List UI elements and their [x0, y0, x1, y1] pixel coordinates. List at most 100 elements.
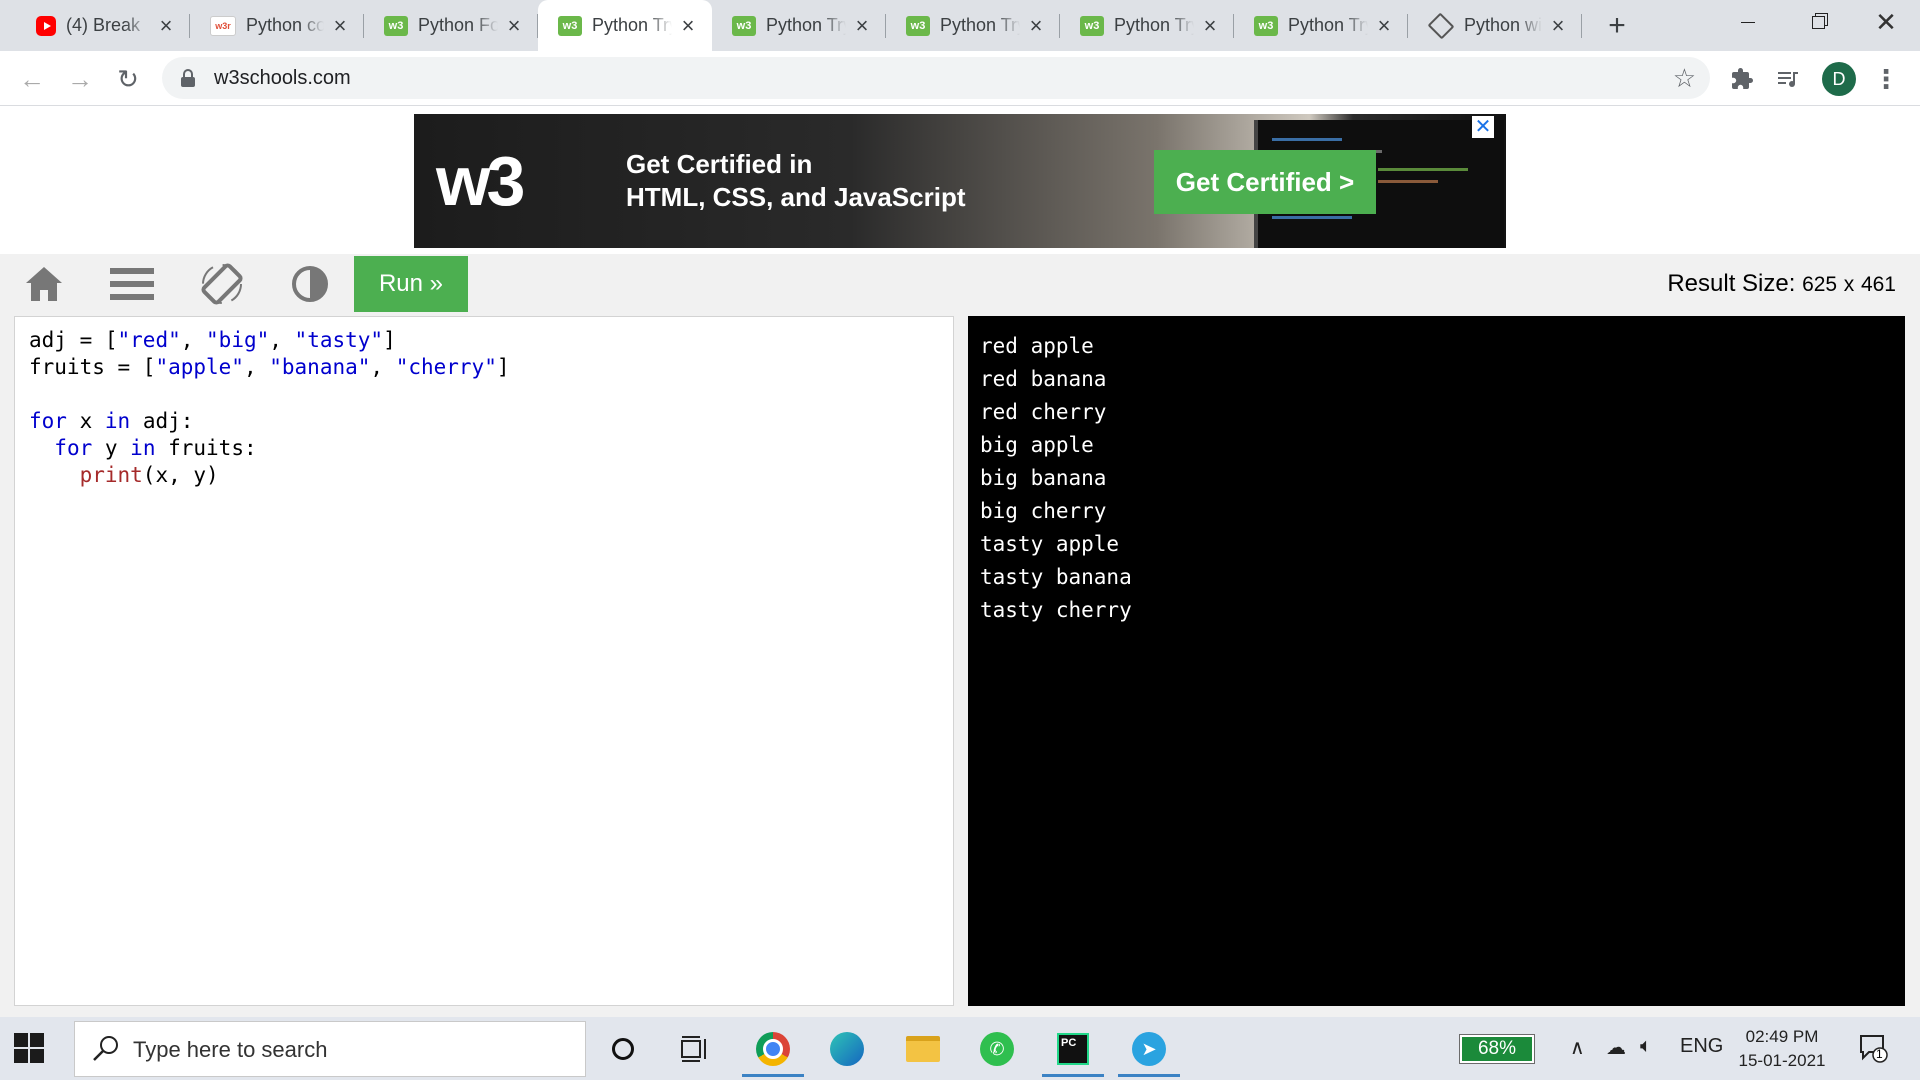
whatsapp-icon[interactable]: ✆: [962, 1021, 1032, 1077]
output-line: tasty apple: [980, 532, 1120, 556]
code-line: for x in adj:: [29, 409, 194, 433]
restore-button[interactable]: [1790, 0, 1846, 44]
tab-close-icon[interactable]: ×: [1548, 14, 1568, 36]
taskbar-search-box[interactable]: Type here to search: [74, 1021, 586, 1077]
result-output: red apple red banana red cherry big appl…: [968, 316, 1905, 1006]
output-line: red cherry: [980, 400, 1107, 424]
tab-title: Python wi: [1464, 15, 1542, 35]
new-tab-button[interactable]: +: [1600, 10, 1634, 44]
output-line: tasty cherry: [980, 598, 1132, 622]
tab-title: Python Try: [1288, 15, 1368, 35]
ad-headline: Get Certified in HTML, CSS, and JavaScri…: [626, 148, 966, 214]
tab-close-icon[interactable]: ×: [678, 14, 698, 36]
chrome-icon[interactable]: [738, 1021, 808, 1077]
browser-tab[interactable]: w3 Python Try ×: [1060, 0, 1234, 51]
tab-title: Python Try: [1114, 15, 1194, 35]
search-placeholder: Type here to search: [133, 1037, 328, 1062]
pycharm-icon[interactable]: PC: [1038, 1021, 1108, 1077]
file-explorer-icon[interactable]: [888, 1021, 958, 1077]
w3schools-icon: w3: [906, 15, 930, 36]
w3schools-icon: w3: [1254, 15, 1278, 36]
edge-icon[interactable]: [812, 1021, 882, 1077]
tab-title: Python Try: [766, 15, 846, 35]
youtube-icon: [36, 15, 56, 36]
output-line: big banana: [980, 466, 1107, 490]
certification-ad-banner[interactable]: w3 Get Certified in HTML, CSS, and JavaS…: [414, 114, 1506, 248]
reload-icon[interactable]: ↻: [110, 61, 146, 97]
media-control-icon[interactable]: [1772, 63, 1804, 95]
code-line: fruits = ["apple", "banana", "cherry"]: [29, 355, 510, 379]
tab-title: Python Try: [940, 15, 1020, 35]
tab-title: Python co: [246, 15, 324, 35]
home-icon[interactable]: [20, 262, 68, 306]
w3schools-icon: w3: [1080, 15, 1104, 36]
onedrive-cloud-icon[interactable]: ☁: [1606, 1035, 1626, 1060]
tab-close-icon[interactable]: ×: [330, 14, 350, 36]
w3schools-icon: w3: [732, 15, 756, 36]
cortana-icon[interactable]: [588, 1021, 658, 1077]
output-line: big apple: [980, 433, 1094, 457]
language-indicator[interactable]: ENG: [1680, 1035, 1723, 1058]
bookmark-star-icon[interactable]: ☆: [1673, 63, 1696, 94]
result-size-label: Result Size:: [1667, 270, 1796, 297]
tab-close-icon[interactable]: ×: [1026, 14, 1046, 36]
code-editor[interactable]: adj = ["red", "big", "tasty"] fruits = […: [14, 316, 954, 1006]
extensions-puzzle-icon[interactable]: [1726, 63, 1758, 95]
close-window-button[interactable]: ✕: [1858, 0, 1914, 44]
browser-tab[interactable]: Python wi ×: [1408, 0, 1582, 51]
browser-tab[interactable]: w3r Python co ×: [190, 0, 364, 51]
browser-tab[interactable]: (4) Break ×: [16, 0, 190, 51]
ad-headline-line: HTML, CSS, and JavaScript: [626, 182, 966, 212]
tab-close-icon[interactable]: ×: [852, 14, 872, 36]
browser-tab[interactable]: w3 Python Try ×: [1234, 0, 1408, 51]
code-line: print(x, y): [79, 463, 219, 487]
code-line: for y in fruits:: [54, 436, 257, 460]
tab-title: Python Fo: [418, 15, 498, 35]
windows-start-icon[interactable]: [14, 1033, 44, 1063]
task-view-icon[interactable]: [660, 1021, 730, 1077]
tab-close-icon[interactable]: ×: [1200, 14, 1220, 36]
minimize-button[interactable]: [1720, 0, 1776, 44]
browser-tab[interactable]: w3 Python Try ×: [886, 0, 1060, 51]
profile-avatar[interactable]: D: [1822, 62, 1856, 96]
w3schools-icon: w3: [384, 15, 408, 36]
lock-icon[interactable]: [180, 69, 196, 87]
forward-arrow-icon[interactable]: →: [62, 61, 98, 97]
browser-tab[interactable]: w3 Python Try ×: [712, 0, 886, 51]
search-icon: [93, 1036, 118, 1061]
back-arrow-icon[interactable]: ←: [14, 61, 50, 97]
battery-indicator[interactable]: 68%: [1459, 1034, 1535, 1064]
clock-date: 15-01-2021: [1738, 1051, 1826, 1070]
browser-tab[interactable]: w3 Python Fo ×: [364, 0, 538, 51]
diamond-icon: [1427, 12, 1455, 39]
menu-icon[interactable]: [108, 262, 156, 306]
output-line: red banana: [980, 367, 1107, 391]
address-bar[interactable]: w3schools.com ☆: [162, 57, 1710, 99]
browser-tab-active[interactable]: w3 Python Try ×: [538, 0, 712, 51]
system-clock[interactable]: 02:49 PM 15-01-2021: [1730, 1025, 1834, 1073]
rotate-orientation-icon[interactable]: [198, 262, 246, 306]
theme-contrast-icon[interactable]: [286, 262, 334, 306]
tray-chevron-up-icon[interactable]: ∧: [1570, 1035, 1585, 1060]
browser-toolbar: ← → ↻ w3schools.com ☆ D ⋮: [0, 51, 1920, 106]
result-size-display: Result Size: 625 x 461: [1667, 270, 1896, 298]
tab-close-icon[interactable]: ×: [1374, 14, 1394, 36]
result-size-separator: x: [1843, 273, 1855, 296]
run-button[interactable]: Run »: [354, 256, 468, 312]
result-height: 461: [1860, 273, 1896, 296]
tab-close-icon[interactable]: ×: [504, 14, 524, 36]
result-width: 625: [1802, 273, 1838, 296]
volume-icon[interactable]: 🔈︎: [1640, 1035, 1652, 1058]
code-line: adj = ["red", "big", "tasty"]: [29, 328, 396, 352]
tab-title: Python Try: [592, 15, 672, 35]
browser-tab-strip: (4) Break × w3r Python co × w3 Python Fo…: [0, 0, 1920, 51]
ad-close-icon[interactable]: ✕: [1472, 116, 1494, 138]
notification-count: 1: [1876, 1047, 1883, 1061]
browser-menu-icon[interactable]: ⋮: [1870, 63, 1902, 95]
get-certified-button[interactable]: Get Certified >: [1154, 150, 1376, 214]
tab-close-icon[interactable]: ×: [156, 14, 176, 36]
notification-center-icon[interactable]: 1: [1858, 1033, 1888, 1063]
telegram-icon[interactable]: ➤: [1114, 1021, 1184, 1077]
url-text[interactable]: w3schools.com: [214, 67, 351, 90]
